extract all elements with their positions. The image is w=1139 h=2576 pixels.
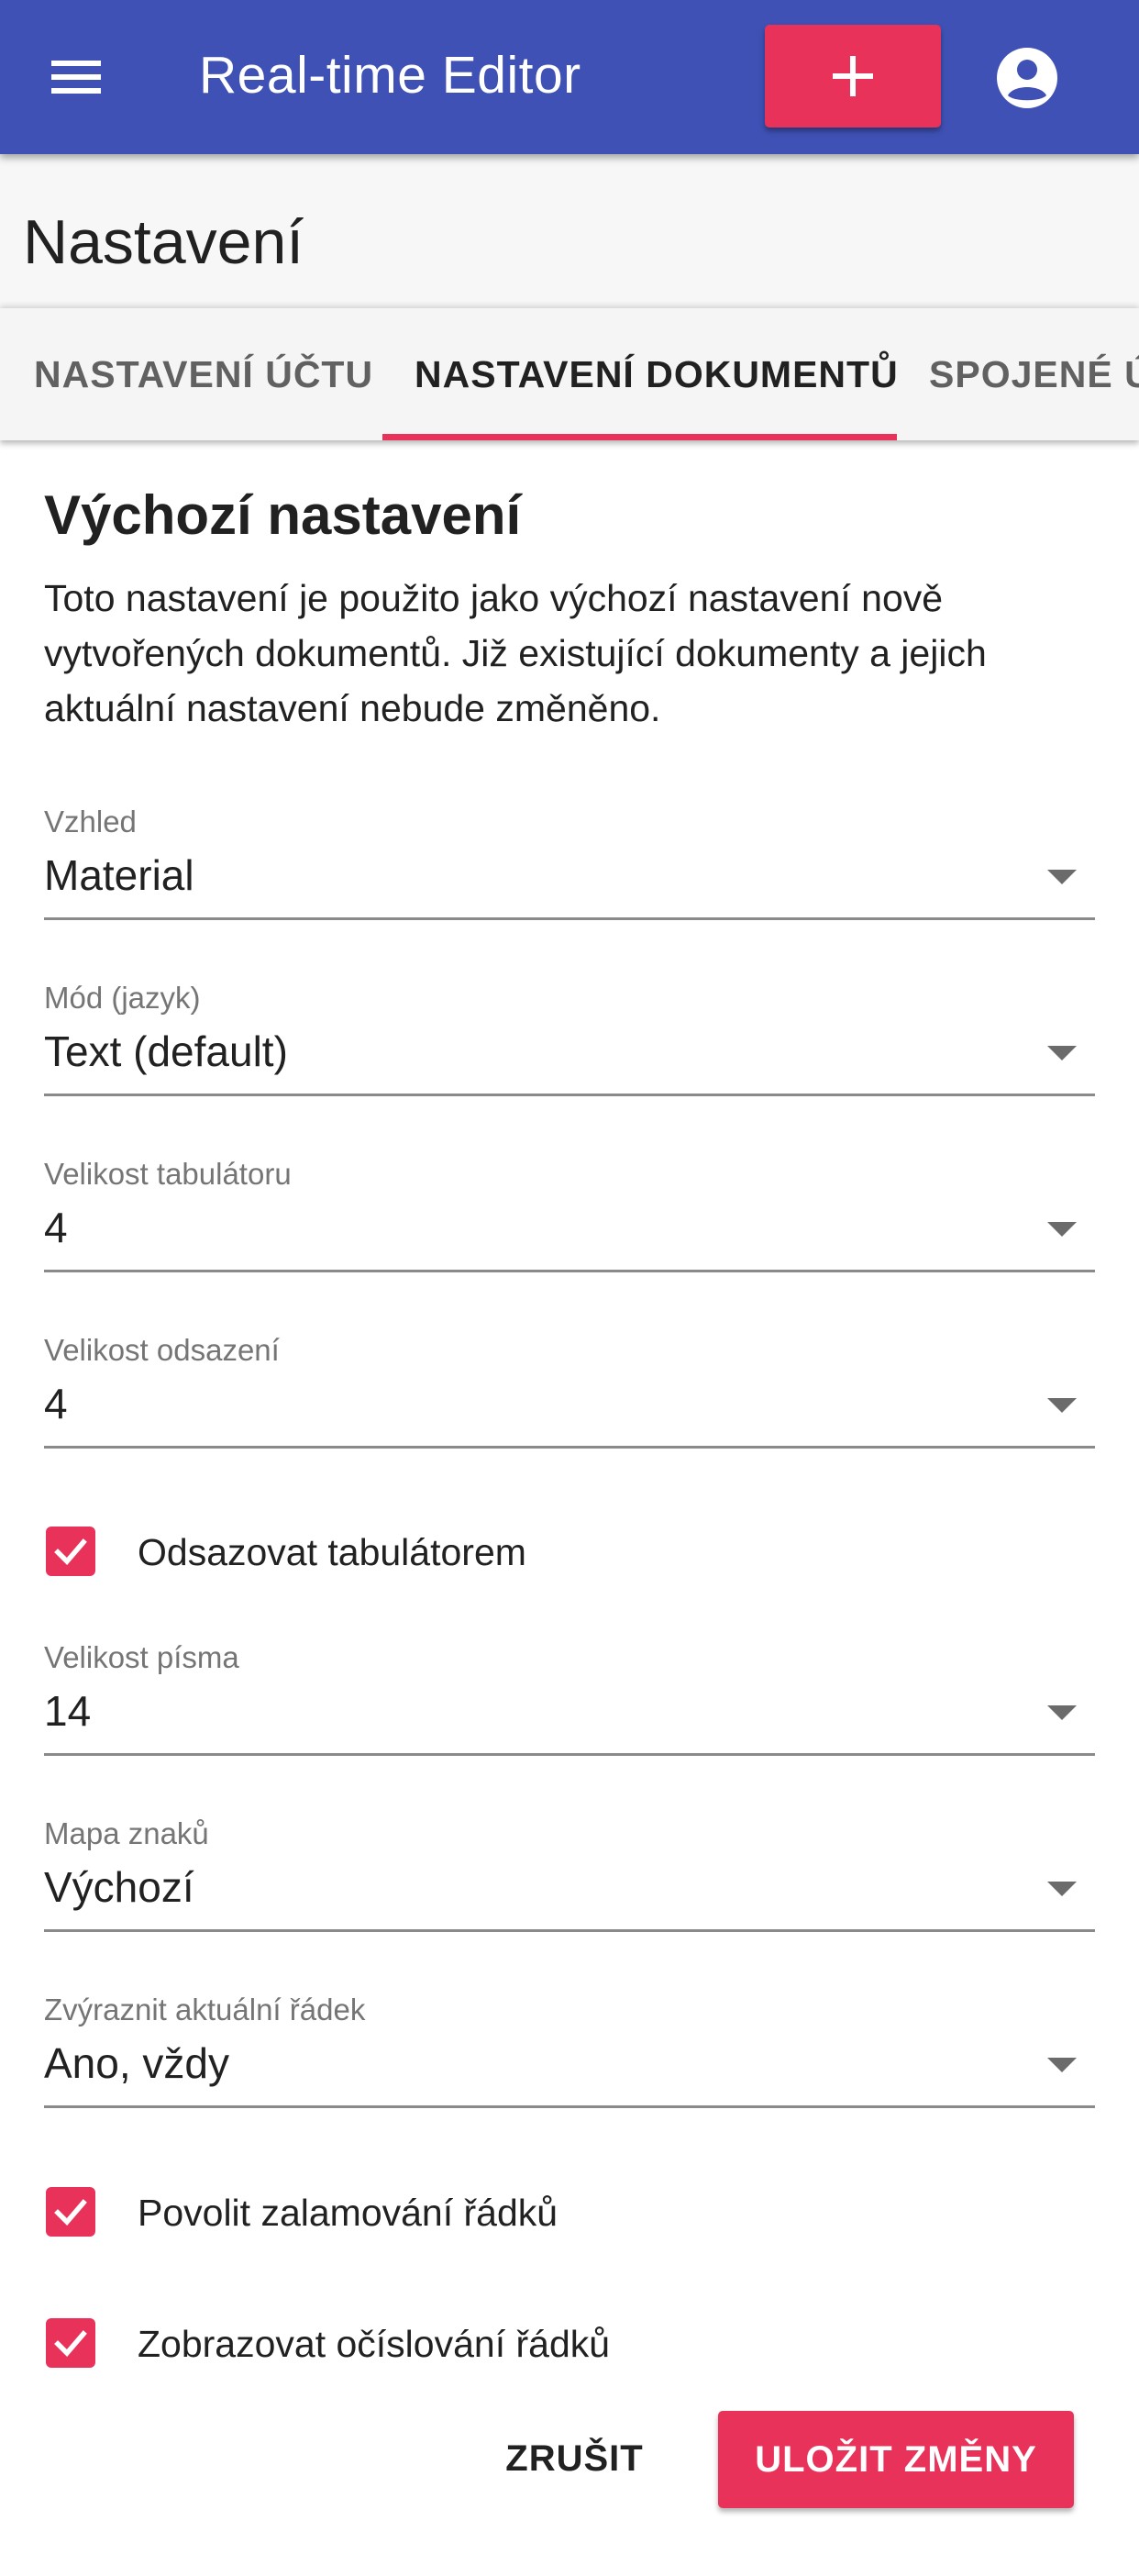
field-label: Vzhled [44,805,137,838]
dropdown-arrow-icon [1047,1222,1077,1237]
field-underline [44,1094,1095,1096]
field-label: Velikost tabulátoru [44,1157,292,1191]
field-value: Material [44,851,194,899]
section-title: Výchozí nastavení [44,484,522,546]
field-label: Mód (jazyk) [44,981,201,1015]
dropdown-arrow-icon [1047,1705,1077,1720]
field-label: Zvýraznit aktuální řádek [44,1993,366,2026]
tab-linked-accounts[interactable]: SPOJENÉ ÚČ [929,308,1139,440]
theme-select[interactable]: Vzhled Material [44,804,1095,943]
tab-bar: NASTAVENÍ ÚČTU NASTAVENÍ DOKUMENTŮ SPOJE… [0,308,1139,440]
checkbox-label: Zobrazovat očíslování řádků [138,2323,611,2365]
field-value: 14 [44,1687,92,1735]
checkbox-checked-icon[interactable] [46,1527,95,1576]
highlight-line-select[interactable]: Zvýraznit aktuální řádek Ano, vždy [44,1992,1095,2131]
dropdown-arrow-icon [1047,870,1077,884]
indent-with-tabs-checkbox[interactable]: Odsazovat tabulátorem [44,1521,869,1585]
mode-select[interactable]: Mód (jazyk) Text (default) [44,980,1095,1119]
app-title: Real-time Editor [199,46,581,105]
field-value: Ano, vždy [44,2039,229,2087]
checkbox-label: Odsazovat tabulátorem [138,1531,526,1573]
line-wrap-checkbox[interactable]: Povolit zalamování řádků [44,2182,869,2246]
save-changes-button[interactable]: ULOŽIT ZMĚNY [718,2411,1074,2508]
field-value: 4 [44,1204,68,1251]
line-numbers-checkbox[interactable]: Zobrazovat očíslování řádků [44,2313,869,2377]
tab-document-settings[interactable]: NASTAVENÍ DOKUMENTŮ [415,308,899,440]
field-value: Výchozí [44,1863,194,1911]
field-underline [44,1270,1095,1272]
field-underline [44,1753,1095,1756]
tab-size-select[interactable]: Velikost tabulátoru 4 [44,1156,1095,1295]
keymap-select[interactable]: Mapa znaků Výchozí [44,1815,1095,1955]
page-title: Nastavení [23,207,304,277]
checkbox-checked-icon[interactable] [46,2318,95,2368]
check-mark-icon [54,2330,87,2358]
indent-size-select[interactable]: Velikost odsazení 4 [44,1332,1095,1471]
field-label: Velikost odsazení [44,1333,280,1367]
dropdown-arrow-icon [1047,1398,1077,1413]
dropdown-arrow-icon [1047,1882,1077,1896]
checkbox-checked-icon[interactable] [46,2187,95,2237]
field-underline [44,2105,1095,2108]
field-underline [44,1446,1095,1449]
field-value: Text (default) [44,1027,288,1075]
check-mark-icon [54,1538,87,1566]
menu-icon[interactable] [37,40,117,114]
checkbox-label: Povolit zalamování řádků [138,2192,558,2234]
field-underline [44,917,1095,920]
field-underline [44,1929,1095,1932]
tab-account-settings[interactable]: NASTAVENÍ ÚČTU [34,308,373,440]
field-label: Mapa znaků [44,1816,209,1850]
dropdown-arrow-icon [1047,2058,1077,2072]
plus-icon [833,56,873,96]
cancel-button[interactable]: ZRUŠIT [481,2411,669,2506]
font-size-select[interactable]: Velikost písma 14 [44,1639,1095,1779]
check-mark-icon [54,2199,87,2226]
section-description: Toto nastavení je použito jako výchozí n… [44,577,987,729]
app-bar: Real-time Editor [0,0,1139,154]
active-tab-indicator [382,434,897,440]
account-circle-icon[interactable] [995,46,1059,110]
add-document-button[interactable] [765,25,941,128]
dropdown-arrow-icon [1047,1046,1077,1060]
field-value: 4 [44,1380,68,1427]
field-label: Velikost písma [44,1640,239,1674]
